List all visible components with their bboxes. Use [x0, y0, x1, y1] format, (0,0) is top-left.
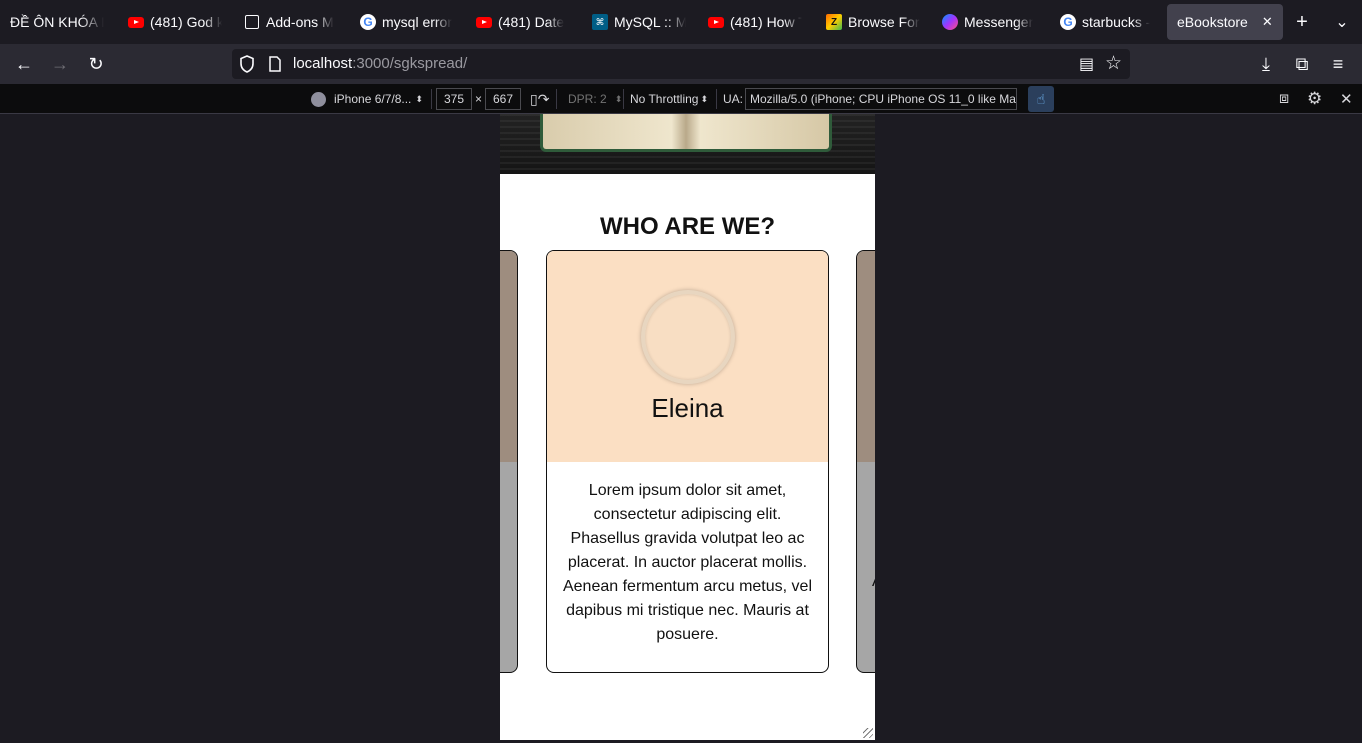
viewport-height-input[interactable]: 667 — [485, 88, 521, 110]
device-selector[interactable]: iPhone 6/7/8... ⬍ — [311, 89, 423, 109]
dpr-label: DPR: 2 — [568, 92, 607, 106]
dropdown-arrow-icon: ⬍ — [415, 93, 423, 104]
new-tab-button[interactable]: + — [1286, 6, 1318, 38]
tab-youtube-how[interactable]: (481) How T — [698, 4, 810, 40]
youtube-icon — [708, 14, 724, 30]
reload-button[interactable]: ↻ — [82, 50, 110, 78]
tab-add-ons[interactable]: Add-ons M — [234, 4, 346, 40]
tab-title: (481) Date — [498, 14, 565, 30]
tab-ebookstore[interactable]: eBookstore ✕ — [1167, 4, 1283, 40]
address-bar[interactable]: localhost:3000/sgkspread/ ▤ ☆ — [232, 49, 1130, 79]
extensions-button[interactable]: ⧉ — [1288, 50, 1316, 78]
navigation-toolbar: ← → ↻ localhost:3000/sgkspread/ ▤ ☆ ⤓ ⧉ … — [0, 44, 1362, 84]
shield-icon[interactable] — [239, 55, 255, 73]
rotate-viewport-icon[interactable]: ▯↷ — [530, 89, 549, 109]
throttling-label: No Throttling — [630, 92, 699, 106]
tab-starbucks[interactable]: G starbucks - — [1050, 4, 1162, 40]
google-icon: G — [1060, 14, 1076, 30]
separator — [716, 89, 717, 109]
responsive-design-toolbar: iPhone 6/7/8... ⬍ 375 × 667 ▯↷ DPR: 2 ⬍ N… — [0, 84, 1362, 114]
tab-mysql-error[interactable]: G mysql error — [350, 4, 462, 40]
google-icon: G — [360, 14, 376, 30]
puzzle-icon — [244, 14, 260, 30]
reader-view-icon[interactable]: ▤ — [1079, 54, 1094, 74]
hero-banner-image — [500, 114, 875, 174]
back-button[interactable]: ← — [10, 50, 38, 78]
tab-mysql-docs[interactable]: ⌘ MySQL :: M — [582, 4, 694, 40]
screenshot-icon[interactable]: ⧈ — [1279, 89, 1289, 109]
tab-title: mysql error — [382, 14, 453, 30]
tab-title: (481) God k — [150, 14, 222, 30]
card-header — [857, 251, 875, 462]
team-card-previous[interactable]: l — [500, 250, 518, 673]
open-book-image — [540, 114, 832, 152]
tab-title: MySQL :: M — [614, 14, 686, 30]
youtube-icon — [128, 14, 144, 30]
separator — [431, 89, 432, 109]
card-header: Eleina — [547, 251, 828, 462]
card-header — [500, 251, 517, 462]
tab-youtube-date[interactable]: (481) Date — [466, 4, 578, 40]
tab-title: Messenger — [964, 14, 1034, 30]
url-text[interactable]: localhost:3000/sgkspread/ — [293, 55, 467, 72]
tab-title: ĐỀ ÔN KHÓA I — [10, 14, 104, 30]
card-text-fragment: A — [872, 573, 875, 591]
downloads-button[interactable]: ⤓ — [1252, 50, 1280, 78]
tab-strip: ĐỀ ÔN KHÓA I (481) God k Add-ons M G mys… — [0, 0, 1362, 44]
url-host: localhost — [293, 55, 353, 72]
zoho-icon: Z — [826, 14, 842, 30]
separator — [623, 89, 624, 109]
messenger-icon — [942, 14, 958, 30]
tab-title: Browse For — [848, 14, 920, 30]
user-agent-input[interactable]: Mozilla/5.0 (iPhone; CPU iPhone OS 11_0 … — [745, 88, 1017, 110]
tab-title: eBookstore — [1177, 14, 1248, 30]
touch-simulation-button[interactable]: ☝ — [1028, 86, 1054, 112]
tab-messenger[interactable]: Messenger — [932, 4, 1048, 40]
tab-browse-for[interactable]: Z Browse For — [816, 4, 928, 40]
team-card[interactable]: Eleina Lorem ipsum dolor sit amet, conse… — [546, 250, 829, 673]
device-icon — [311, 91, 326, 107]
youtube-icon — [476, 14, 492, 30]
tab-title: starbucks - — [1082, 14, 1151, 30]
member-name: Eleina — [651, 393, 724, 423]
device-name: iPhone 6/7/8... — [334, 92, 412, 106]
close-tab-icon[interactable]: ✕ — [1262, 14, 1273, 30]
close-rdm-icon[interactable]: ✕ — [1340, 89, 1353, 109]
list-all-tabs-button[interactable]: ⌄ — [1326, 6, 1358, 38]
member-description: Lorem ipsum dolor sit amet, consectetur … — [562, 482, 812, 643]
mysql-icon: ⌘ — [592, 14, 608, 30]
dpr-selector[interactable]: DPR: 2 ⬍ — [568, 89, 622, 109]
tab-title: (481) How T — [730, 14, 802, 30]
settings-gear-icon[interactable]: ⚙ — [1307, 89, 1322, 109]
viewport-resize-handle[interactable] — [863, 728, 873, 738]
section-title: WHO ARE WE? — [599, 213, 776, 240]
team-card-next[interactable]: A — [856, 250, 875, 673]
pointer-hand-icon: ☝ — [1036, 90, 1046, 107]
card-text-fragment: l — [500, 573, 501, 591]
user-agent-label: UA: — [723, 92, 744, 106]
viewport-width-input[interactable]: 375 — [436, 88, 472, 110]
separator — [556, 89, 557, 109]
forward-button[interactable]: → — [46, 50, 74, 78]
bookmark-star-icon[interactable]: ☆ — [1105, 52, 1122, 75]
app-menu-button[interactable]: ≡ — [1324, 50, 1352, 78]
times-label: × — [475, 92, 483, 106]
tab-title: Add-ons M — [266, 14, 334, 30]
avatar — [641, 290, 735, 384]
tab-youtube-god[interactable]: (481) God k — [118, 4, 230, 40]
throttling-selector[interactable]: No Throttling ⬍ — [630, 89, 708, 109]
url-path: :3000/sgkspread/ — [352, 55, 468, 72]
device-viewport: WHO ARE WE? l Eleina Lorem ipsum dolor s… — [500, 114, 875, 740]
tab-de-on-khoa[interactable]: ĐỀ ÔN KHÓA I — [0, 4, 112, 40]
page-icon[interactable] — [269, 56, 281, 72]
